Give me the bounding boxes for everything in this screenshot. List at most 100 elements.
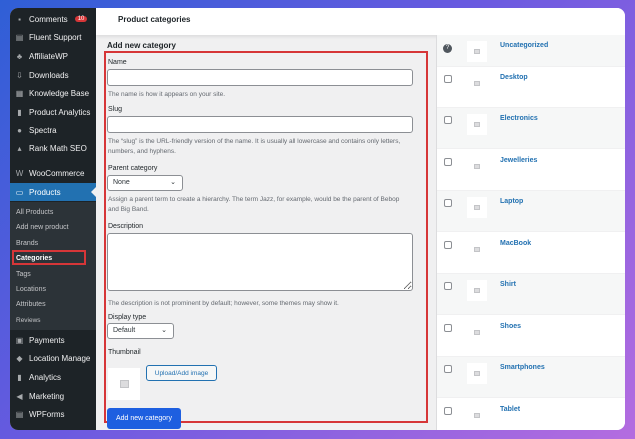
- menu-payments[interactable]: ▣ Payments: [10, 331, 96, 349]
- image-placeholder-icon: [474, 164, 480, 169]
- thumbnail-label: Thumbnail: [108, 349, 141, 356]
- submenu-locations[interactable]: Locations: [16, 286, 46, 293]
- category-name-link[interactable]: Tablet: [500, 406, 520, 413]
- row-checkbox[interactable]: [444, 407, 452, 415]
- slug-input[interactable]: [107, 116, 413, 133]
- category-name-link[interactable]: Electronics: [500, 115, 538, 122]
- display-type-select[interactable]: Default ⌄: [107, 323, 174, 339]
- category-thumbnail: [467, 73, 487, 94]
- menu-location-manage[interactable]: ◆ Location Manage: [10, 349, 96, 367]
- menu-label: Payments: [29, 335, 65, 345]
- row-checkbox[interactable]: [444, 158, 452, 166]
- menu-label: Comments: [29, 14, 68, 24]
- menu-label: WooCommerce: [29, 168, 85, 178]
- category-name-link[interactable]: Smartphones: [500, 364, 545, 371]
- submenu-tags[interactable]: Tags: [16, 271, 31, 278]
- affiliate-icon: ♣: [16, 51, 23, 61]
- row-checkbox[interactable]: [444, 75, 452, 83]
- category-name-link[interactable]: Jewelleries: [500, 157, 537, 164]
- table-row: Tablet: [437, 399, 625, 430]
- submenu-attributes[interactable]: Attributes: [16, 301, 46, 308]
- image-placeholder-icon: [474, 122, 480, 127]
- category-name-link[interactable]: Shirt: [500, 281, 516, 288]
- menu-label: Fluent Support: [29, 32, 82, 42]
- row-checkbox[interactable]: [444, 199, 452, 207]
- add-new-category-button[interactable]: Add new category: [107, 408, 181, 429]
- spectra-icon: ●: [17, 125, 22, 135]
- menu-label: Product Analytics: [29, 107, 91, 117]
- image-placeholder-icon: [474, 330, 480, 335]
- category-name-link[interactable]: Laptop: [500, 198, 523, 205]
- upload-image-button[interactable]: Upload/Add image: [146, 365, 217, 381]
- menu-label: Marketing: [29, 391, 65, 401]
- category-thumbnail: [467, 405, 487, 426]
- category-name-link[interactable]: Uncategorized: [500, 42, 548, 49]
- menu-label: Location Manage: [29, 353, 91, 363]
- location-icon: ◆: [16, 353, 23, 363]
- add-category-form: Add new category Name The name is how it…: [100, 35, 430, 430]
- category-name-link[interactable]: Shoes: [500, 323, 521, 330]
- row-checkbox[interactable]: [444, 282, 452, 290]
- menu-fluent-support[interactable]: ▤ Fluent Support: [10, 28, 96, 46]
- menu-affiliatewp[interactable]: ♣ AffiliateWP: [10, 47, 96, 65]
- menu-marketing[interactable]: ◀ Marketing: [10, 387, 96, 405]
- chevron-down-icon: ⌄: [170, 179, 176, 186]
- description-help: The description is not prominent by defa…: [108, 300, 339, 307]
- image-placeholder-icon: [474, 288, 480, 293]
- menu-knowledge-base[interactable]: ▦ Knowledge Base: [10, 84, 96, 102]
- row-checkbox[interactable]: [444, 365, 452, 373]
- table-row: Jewelleries: [437, 150, 625, 191]
- image-placeholder-icon: [474, 371, 480, 376]
- parent-category-label: Parent category: [108, 165, 158, 172]
- menu-spectra[interactable]: ● Spectra: [10, 121, 96, 139]
- book-icon: ▦: [15, 88, 24, 98]
- submenu-reviews[interactable]: Reviews: [16, 317, 41, 324]
- category-thumbnail: [467, 280, 487, 301]
- image-placeholder-icon: [474, 247, 480, 252]
- menu-analytics[interactable]: ▮ Analytics: [10, 368, 96, 386]
- category-thumbnail: [467, 197, 487, 218]
- category-name-link[interactable]: MacBook: [500, 240, 531, 247]
- row-checkbox[interactable]: [444, 324, 452, 332]
- parent-category-select[interactable]: None ⌄: [107, 175, 183, 191]
- name-help: The name is how it appears on your site.: [108, 91, 226, 98]
- table-row: Shirt: [437, 274, 625, 315]
- row-checkbox[interactable]: [444, 241, 452, 249]
- menu-label: Analytics: [29, 372, 62, 382]
- submenu-all-products[interactable]: All Products: [16, 209, 53, 216]
- table-row: MacBook: [437, 233, 625, 274]
- bar-chart-icon: ▮: [17, 107, 22, 117]
- image-placeholder-icon: [474, 49, 480, 54]
- table-row: ? Uncategorized: [437, 35, 625, 67]
- products-submenu: All Products Add new product Brands Cate…: [10, 202, 96, 330]
- menu-label: AffiliateWP: [29, 51, 68, 61]
- forms-icon: ▤: [15, 409, 24, 419]
- name-input[interactable]: [107, 69, 413, 86]
- menu-downloads[interactable]: ⇩ Downloads: [10, 66, 96, 84]
- slug-help: The “slug” is the URL-friendly version o…: [108, 138, 401, 155]
- display-type-label: Display type: [108, 314, 147, 321]
- menu-products[interactable]: ▭ Products: [10, 183, 96, 201]
- submenu-brands[interactable]: Brands: [16, 240, 38, 247]
- menu-comments[interactable]: ▪ Comments 10: [10, 10, 96, 28]
- app-window: ▪ Comments 10 ▤ Fluent Support ♣ AffiliateWP…: [10, 8, 625, 430]
- name-label: Name: [108, 59, 127, 66]
- description-textarea[interactable]: [107, 233, 413, 291]
- image-placeholder-icon: [474, 205, 480, 210]
- thumbnail-preview: [108, 368, 140, 400]
- menu-woocommerce[interactable]: W WooCommerce: [10, 164, 96, 182]
- menu-rank-math[interactable]: ▴ Rank Math SEO: [10, 139, 96, 157]
- category-thumbnail: [467, 363, 487, 384]
- menu-label: WPForms: [29, 409, 65, 419]
- support-icon: ▤: [15, 32, 24, 42]
- row-checkbox[interactable]: [444, 116, 452, 124]
- submenu-add-new-product[interactable]: Add new product: [16, 224, 69, 231]
- category-thumbnail: [467, 322, 487, 343]
- menu-product-analytics[interactable]: ▮ Product Analytics: [10, 103, 96, 121]
- category-name-link[interactable]: Desktop: [500, 74, 528, 81]
- help-icon[interactable]: ?: [443, 44, 452, 53]
- category-thumbnail: [467, 156, 487, 177]
- menu-label: Spectra: [29, 125, 57, 135]
- menu-wpforms[interactable]: ▤ WPForms: [10, 405, 96, 423]
- table-row: Laptop: [437, 191, 625, 232]
